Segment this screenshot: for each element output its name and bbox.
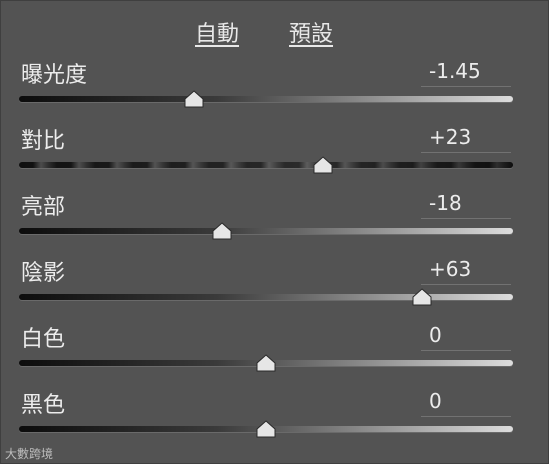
whites-value-field[interactable]: 0 <box>421 321 511 351</box>
contrast-value-field[interactable]: +23 <box>421 123 511 153</box>
shadows-value-field[interactable]: +63 <box>421 255 511 285</box>
watermark-text: 大數跨境 <box>5 447 54 461</box>
contrast-slider-thumb[interactable] <box>312 156 334 174</box>
highlights-value-field[interactable]: -18 <box>421 189 511 219</box>
exposure-value-field[interactable]: -1.45 <box>421 57 511 87</box>
whites-slider-row: 白色 0 <box>1 321 549 387</box>
highlights-slider-thumb[interactable] <box>211 222 233 240</box>
shadows-label: 陰影 <box>21 261 66 286</box>
exposure-slider-thumb[interactable] <box>183 90 205 108</box>
blacks-slider-row: 黑色 0 <box>1 387 549 453</box>
exposure-track[interactable] <box>19 96 513 102</box>
panel-header: 自動 預設 <box>1 16 549 52</box>
blacks-value-field[interactable]: 0 <box>421 387 511 417</box>
whites-label: 白色 <box>21 327 66 352</box>
contrast-track[interactable] <box>19 162 513 168</box>
contrast-label: 對比 <box>21 129 66 154</box>
basic-adjustments-panel: 自動 預設 曝光度 -1.45 對比 +23 亮部 -18 陰影 +63 白色 … <box>0 0 549 464</box>
shadows-slider-thumb[interactable] <box>411 288 433 306</box>
shadows-slider-row: 陰影 +63 <box>1 255 549 321</box>
auto-button[interactable]: 自動 <box>195 16 239 48</box>
highlights-track[interactable] <box>19 228 513 234</box>
highlights-label: 亮部 <box>21 195 66 220</box>
exposure-label: 曝光度 <box>21 63 88 88</box>
blacks-label: 黑色 <box>21 393 66 418</box>
exposure-slider-row: 曝光度 -1.45 <box>1 57 549 123</box>
whites-slider-thumb[interactable] <box>255 354 277 372</box>
shadows-track[interactable] <box>19 294 513 300</box>
highlights-slider-row: 亮部 -18 <box>1 189 549 255</box>
defaults-button[interactable]: 預設 <box>289 16 333 48</box>
blacks-slider-thumb[interactable] <box>255 420 277 438</box>
contrast-slider-row: 對比 +23 <box>1 123 549 189</box>
